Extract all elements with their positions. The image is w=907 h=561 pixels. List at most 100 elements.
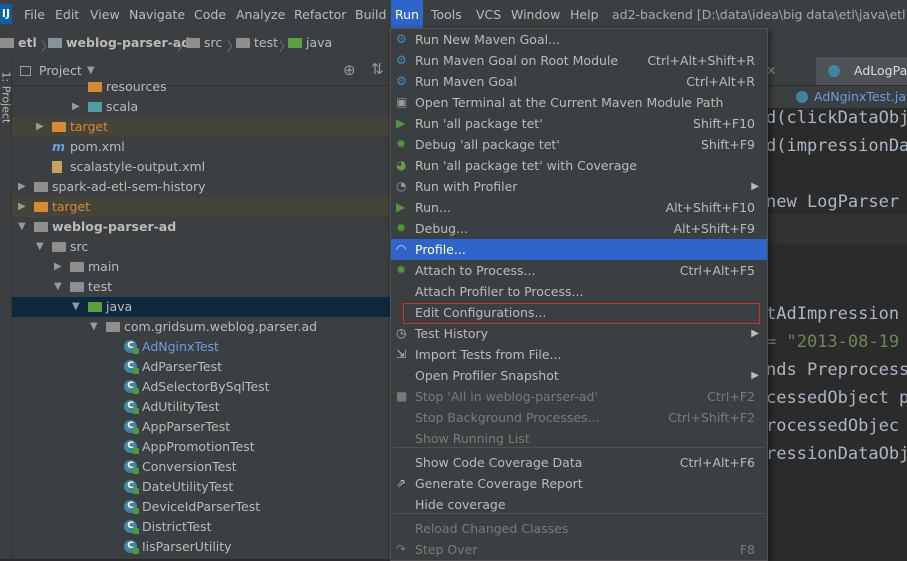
run-menu-item-shortcut: Shift+F9 — [700, 137, 755, 152]
expand-down-icon[interactable]: ▼ — [90, 317, 100, 337]
tree-item[interactable]: ▶ target — [12, 197, 390, 217]
editor-tab[interactable]: AdLogPa — [816, 57, 907, 85]
menu-code[interactable]: Code — [190, 0, 230, 29]
tree-item[interactable]: C AdUtilityTest — [12, 397, 390, 417]
run-menu-item-shortcut: Ctrl+Alt+F5 — [679, 263, 755, 278]
breadcrumb-java[interactable]: java — [288, 29, 332, 57]
run-menu-item[interactable]: ◠ Profile... — [391, 239, 767, 260]
menu-help[interactable]: Help — [566, 0, 603, 29]
tree-item[interactable]: ▼ test — [12, 277, 390, 297]
tree-item[interactable]: ▼ src — [12, 237, 390, 257]
expand-down-icon[interactable]: ▼ — [36, 237, 46, 257]
expand-right-icon[interactable]: ▶ — [18, 177, 28, 197]
run-menu-item[interactable]: Hide coverage — [391, 494, 767, 515]
tree-item[interactable]: ▼ weblog-parser-ad — [12, 217, 390, 237]
tree-item[interactable]: C AppParserTest — [12, 417, 390, 437]
folder-icon — [88, 302, 102, 312]
breadcrumb-src[interactable]: src — [186, 29, 222, 57]
run-menu-item-shortcut: Alt+Shift+F10 — [665, 200, 755, 215]
tree-item[interactable]: C IisParserUtility — [12, 537, 390, 557]
test-class-icon: C — [124, 500, 139, 514]
menu-separator — [393, 447, 765, 448]
file-nav-label[interactable]: AdNginxTest.java — [814, 86, 907, 108]
tree-item[interactable]: scalastyle-output.xml — [12, 157, 390, 177]
menu-view[interactable]: View — [86, 0, 124, 29]
run-menu-item[interactable]: ✹ Attach to Process... Ctrl+Alt+F5 — [391, 260, 767, 281]
tree-item[interactable]: C DeviceIdParserTest — [12, 497, 390, 517]
run-menu-item-label: Show Running List — [415, 431, 530, 446]
expand-down-icon[interactable]: ▼ — [72, 297, 82, 317]
tree-item-label: main — [88, 259, 120, 274]
run-menu-dropdown: ⚙ Run New Maven Goal... ⚙ Run Maven Goal on… — [390, 28, 768, 561]
run-menu-item[interactable]: Open Profiler Snapshot ▶ — [391, 365, 767, 386]
expand-down-icon[interactable]: ▼ — [18, 217, 28, 237]
run-menu-item[interactable]: ▶ Run... Alt+Shift+F10 — [391, 197, 767, 218]
tree-item[interactable]: C DateUtilityTest — [12, 477, 390, 497]
code-line: cessedObject p — [766, 388, 907, 408]
run-menu-item-shortcut: Ctrl+Shift+F2 — [668, 410, 755, 425]
breadcrumb-test[interactable]: test — [236, 29, 278, 57]
tree-item[interactable]: ▼ java — [12, 297, 390, 317]
code-line: new LogParser — [766, 192, 900, 212]
run-menu-item[interactable]: ▶ Run 'all package tet' Shift+F10 — [391, 113, 767, 134]
menu-refactor[interactable]: Refactor — [290, 0, 350, 29]
run-menu-item[interactable]: ✹ Debug... Alt+Shift+F9 — [391, 218, 767, 239]
test-class-icon: C — [124, 420, 139, 434]
tree-item[interactable]: C DistrictTest — [12, 517, 390, 537]
menu-edit[interactable]: Edit — [51, 0, 83, 29]
test-class-icon: C — [124, 440, 139, 454]
tree-item[interactable]: resources — [12, 77, 390, 97]
run-menu-item[interactable]: Show Code Coverage Data Ctrl+Alt+F6 — [391, 452, 767, 473]
menu-window[interactable]: Window — [507, 0, 564, 29]
menu-vcs[interactable]: VCS — [472, 0, 505, 29]
breadcrumb-weblog-parser-ad[interactable]: weblog-parser-ad — [48, 29, 190, 57]
tree-item[interactable]: ▶ spark-ad-etl-sem-history — [12, 177, 390, 197]
run-menu-item[interactable]: ⚙ Run New Maven Goal... — [391, 29, 767, 50]
run-menu-item[interactable]: ⚙ Run Maven Goal on Root Module Ctrl+Alt+S… — [391, 50, 767, 71]
project-tool-window-button[interactable]: 1: Project — [0, 72, 13, 124]
run-menu-item[interactable]: ◕ Run 'all package tet' with Coverage — [391, 155, 767, 176]
project-tool-window: Project ▼ ⊕ ⇅ resources ▶ scala ▶ target m pom… — [12, 57, 390, 559]
run-menu-item[interactable]: ⇲ Import Tests from File... — [391, 344, 767, 365]
tree-item[interactable]: C AdParserTest — [12, 357, 390, 377]
tree-item[interactable]: C AppPromotionTest — [12, 437, 390, 457]
collapse-all-icon[interactable]: ⇅ — [371, 60, 384, 78]
code-line: rocessedObjec — [766, 416, 900, 436]
expand-down-icon[interactable]: ▼ — [54, 277, 64, 297]
tree-item[interactable]: C ConversionTest — [12, 457, 390, 477]
test-class-icon: C — [124, 540, 139, 554]
menu-analyze[interactable]: Analyze — [232, 0, 289, 29]
tree-item[interactable]: C AdNginxTest — [12, 337, 390, 357]
breadcrumb-etl[interactable]: etl — [0, 29, 37, 57]
tree-item[interactable]: C AdSelectorBySqlTest — [12, 377, 390, 397]
menu-file[interactable]: File — [20, 0, 49, 29]
tree-item[interactable]: ▼ com.gridsum.weblog.parser.ad — [12, 317, 390, 337]
run-menu-item[interactable]: ◔ Run with Profiler ▶ — [391, 176, 767, 197]
run-menu-item-label: Generate Coverage Report — [415, 476, 583, 491]
menu-build[interactable]: Build — [351, 0, 390, 29]
run-menu-item-shortcut: F8 — [739, 542, 755, 557]
expand-right-icon[interactable]: ▶ — [36, 117, 46, 137]
run-menu-item[interactable]: ◷ Test History ▶ — [391, 323, 767, 344]
expand-right-icon[interactable]: ▶ — [54, 257, 64, 277]
tree-item[interactable]: ▶ target — [12, 117, 390, 137]
run-menu-item: Show Running List — [391, 428, 767, 449]
tree-item-label: test — [88, 279, 113, 294]
tree-item[interactable]: ▶ scala — [12, 97, 390, 117]
expand-right-icon[interactable]: ▶ — [72, 97, 82, 117]
run-menu-item[interactable]: ⇗ Generate Coverage Report — [391, 473, 767, 494]
run-menu-item[interactable]: ⚙ Run Maven Goal Ctrl+Alt+R — [391, 71, 767, 92]
tree-item[interactable]: m pom.xml — [12, 137, 390, 157]
menu-navigate[interactable]: Navigate — [125, 0, 189, 29]
run-menu-item[interactable]: Attach Profiler to Process... — [391, 281, 767, 302]
menu-tools[interactable]: Tools — [427, 0, 466, 29]
expand-right-icon[interactable]: ▶ — [18, 197, 28, 217]
module-folder-icon — [48, 38, 62, 48]
tree-item[interactable]: ▶ main — [12, 257, 390, 277]
menu-run[interactable]: Run — [391, 0, 423, 29]
debug-icon: ✹ — [396, 221, 407, 235]
tree-item-label: java — [106, 299, 133, 314]
run-menu-item[interactable]: ▣ Open Terminal at the Current Maven Modu… — [391, 92, 767, 113]
run-menu-item[interactable]: ✹ Debug 'all package tet' Shift+F9 — [391, 134, 767, 155]
tree-item-label: AppPromotionTest — [142, 439, 255, 454]
